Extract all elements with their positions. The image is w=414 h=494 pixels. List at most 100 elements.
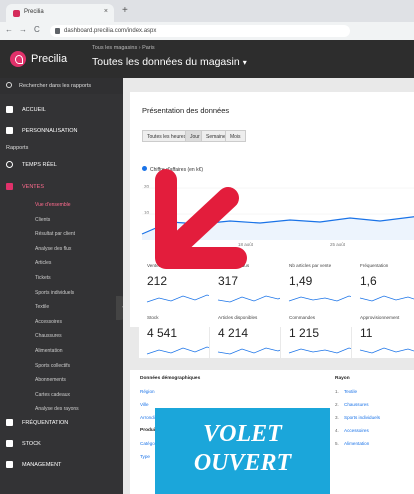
sidebar-subitem[interactable]: Cartes cadeaux [35,392,70,398]
clock-icon [6,161,13,168]
sidebar-subitem[interactable]: Clients [35,217,50,223]
metric-value: 212 [147,274,168,288]
sidebar-subitem[interactable]: Analyse des rayons [35,406,79,412]
rayon-header: Rayon [335,376,350,381]
sidebar-item-label: TEMPS RÉEL [22,162,57,168]
back-button[interactable]: ← [5,25,13,34]
metric-value: 11 [360,326,373,340]
sidebar-item-label: FRÉQUENTATION [22,420,69,426]
rayon-link[interactable]: Textile [344,389,357,394]
view-title: Toutes les données du magasin [92,56,240,68]
sidebar-item-label: ACCUEIL [22,107,46,113]
rayon-link[interactable]: Alimentation [344,441,369,446]
sidebar-item-management[interactable]: MANAGEMENT [0,461,123,468]
product-link[interactable]: Type [140,454,150,459]
sidebar-subitem[interactable]: Chaussures [35,333,62,339]
tab-title: Precilia [24,9,44,15]
rayon-link[interactable]: Sports individuels [344,415,380,420]
address-bar[interactable]: dashboard.precilia.com/index.aspx [50,25,350,37]
sidebar-item-label: PERSONNALISATION [22,128,78,134]
new-tab-button[interactable]: + [122,5,128,16]
lock-icon [55,28,60,34]
metric-tile[interactable]: Articles disponibles 4 214 [210,308,280,358]
sidebar-subitem[interactable]: Vue d'ensemble [35,202,71,208]
metric-tile[interactable]: Articles vendus 317 [210,256,280,306]
demo-link[interactable]: Région [140,389,155,394]
sidebar-subitem[interactable]: Alimentation [35,348,63,354]
metric-label: Fréquentation [360,263,389,268]
sidebar-subitem[interactable]: Textile [35,304,49,310]
brand-name: Precilia [31,53,68,65]
metric-label: Approvisionnement [360,315,400,320]
status-banner: VOLET OUVERT [155,408,330,494]
sidebar-subitem[interactable]: Accessoires [35,319,62,325]
sidebar-item-sales[interactable]: VENTES [0,183,123,190]
reports-section-label: Rapports [6,145,29,151]
briefcase-icon [6,461,13,468]
url-toolbar: ← → C dashboard.precilia.com/index.aspx [0,22,414,40]
metric-value: 1,49 [289,274,313,288]
metric-tile[interactable]: Commandes 1 215 [281,308,351,358]
home-icon [6,106,13,113]
sidebar-subitem[interactable]: Articles [35,260,51,266]
sidebar-item-label: STOCK [22,441,41,447]
metric-tile[interactable]: Nb articles par vente 1,49 [281,256,351,306]
metric-value: 317 [218,274,239,288]
banner-line-2: OUVERT [193,450,292,476]
rayon-rank: 2. [335,402,339,407]
rayon-rank: 4. [335,428,339,433]
person-icon [6,419,13,426]
sidebar-item-customization[interactable]: PERSONNALISATION [0,127,123,134]
sidebar-item-traffic[interactable]: FRÉQUENTATION [0,419,123,426]
address-text: dashboard.precilia.com/index.aspx [64,28,157,34]
app-header: Precilia Tous les magasins › Paris Toute… [0,40,414,78]
sidebar-item-home[interactable]: ACCUEIL [0,106,123,113]
metric-tile[interactable]: Fréquentation 1,6 [352,256,414,306]
demographics-header: Données démographiques [140,376,201,381]
sales-line-chart [141,187,414,240]
metric-value: 4 541 [147,326,178,340]
metric-tile[interactable]: Approvisionnement 11 [352,308,414,358]
sidebar-item-label: MANAGEMENT [22,462,62,468]
sidebar-subitem[interactable]: Analyse des flux [35,246,71,252]
metric-label: Commandes [289,315,316,320]
rayon-link[interactable]: Chaussures [344,402,369,407]
rayon-rank: 1. [335,389,339,394]
report-search[interactable]: Rechercher dans les rapports [0,78,123,94]
box-icon [6,440,13,447]
metric-value: 1,6 [360,274,377,288]
sidebar-subitem[interactable]: Sports individuels [35,290,74,296]
dashboard-icon [6,127,13,134]
demo-link[interactable]: Ville [140,402,149,407]
metric-label: Stock [147,315,159,320]
sidebar: Rechercher dans les rapports ACCUEIL PER… [0,78,123,494]
metric-tile[interactable]: Ventes 212 [139,256,209,306]
metric-label: Ventes [147,263,162,268]
sidebar-subitem[interactable]: Abonnements [35,377,66,383]
browser-chrome: Precilia × + ← → C dashboard.precilia.co… [0,0,414,40]
search-icon [6,82,12,88]
browser-tab[interactable]: Precilia × [6,4,114,22]
metric-value: 4 214 [218,326,249,340]
close-tab-icon[interactable]: × [104,8,108,15]
chevron-down-icon: ▾ [242,58,247,67]
rayon-rank: 3. [335,415,339,420]
metric-value: 1 215 [289,326,320,340]
sidebar-subitem[interactable]: Sports collectifs [35,363,70,369]
rayon-link[interactable]: Accessoires [344,428,369,433]
forward-button[interactable]: → [19,25,27,34]
sidebar-item-realtime[interactable]: TEMPS RÉEL [0,161,123,168]
sidebar-subitem[interactable]: Résultat par client [35,231,75,237]
favicon-icon [13,10,20,17]
sidebar-subitem[interactable]: Tickets [35,275,51,281]
cart-icon [6,183,13,190]
view-selector[interactable]: Toutes les données du magasin ▾ [92,56,247,68]
metric-tile[interactable]: Stock 4 541 [139,308,209,358]
sidebar-item-stock[interactable]: STOCK [0,440,123,447]
sidebar-item-label: VENTES [22,184,45,190]
reload-button[interactable]: C [34,25,40,34]
metric-label: Articles vendus [218,263,250,268]
scope-breadcrumb[interactable]: Tous les magasins › Paris [92,45,155,51]
report-search-label: Rechercher dans les rapports [19,83,92,89]
precilia-logo-icon[interactable] [10,51,26,67]
